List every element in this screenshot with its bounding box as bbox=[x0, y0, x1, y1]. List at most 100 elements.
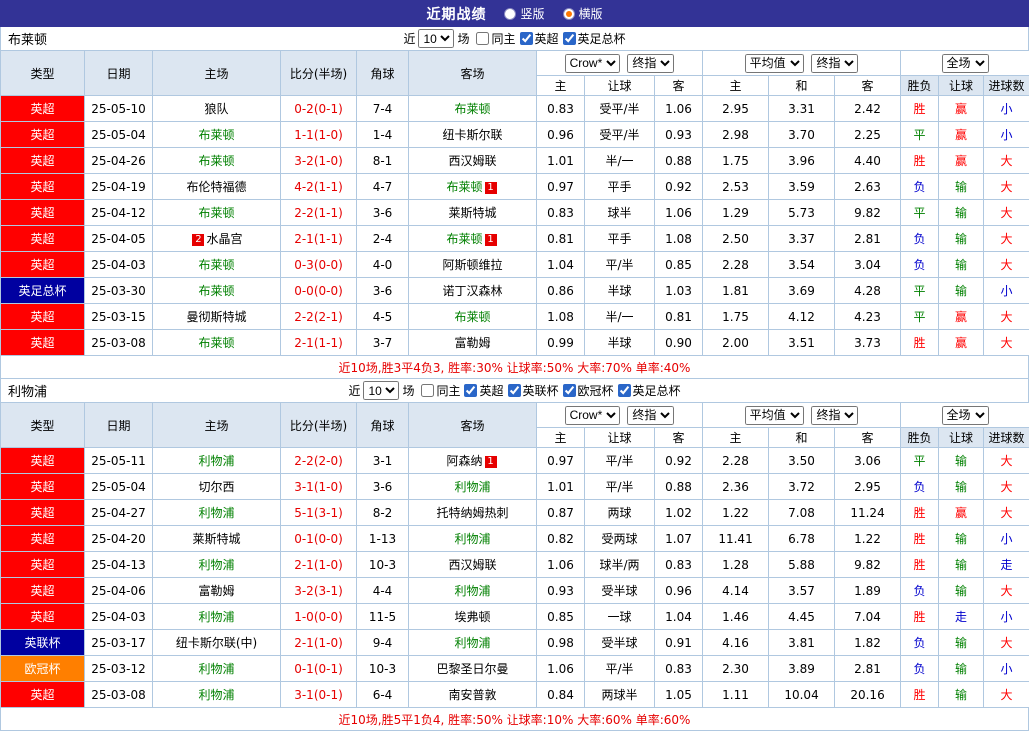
avg-period-select[interactable]: 终指 bbox=[811, 405, 859, 425]
avg-odds-draw: 3.69 bbox=[768, 277, 836, 304]
col-away: 客场 bbox=[408, 402, 537, 448]
score-link[interactable]: 1-0(0-0) bbox=[280, 603, 357, 630]
score-link[interactable]: 2-1(1-0) bbox=[280, 629, 357, 656]
checkbox-input[interactable] bbox=[617, 383, 631, 397]
page-title: 近期战绩 bbox=[426, 6, 487, 23]
avg-odds-away: 2.25 bbox=[834, 121, 902, 148]
home-team: 利物浦 bbox=[152, 655, 281, 682]
handicap-result-cell: 输 bbox=[938, 577, 985, 604]
avg-odds-draw: 10.04 bbox=[768, 681, 836, 708]
avg-odds-draw: 3.59 bbox=[768, 173, 836, 200]
match-row: 英足总杯 25-03-30 布莱顿 0-0(0-0) 3-6 诺丁汉森林 0.8… bbox=[0, 277, 1029, 304]
score-link[interactable]: 2-1(1-0) bbox=[280, 551, 357, 578]
competition-checkbox[interactable]: 英超 bbox=[519, 30, 559, 47]
competition-filters: 同主 英超 英足总杯 bbox=[472, 30, 626, 48]
result-cell: 负 bbox=[900, 251, 940, 278]
match-row: 英超 25-04-20 莱斯特城 0-1(0-0) 1-13 利物浦 0.82 … bbox=[0, 525, 1029, 552]
result-cell: 负 bbox=[900, 173, 940, 200]
radio-icon[interactable] bbox=[504, 7, 517, 20]
competition-checkbox[interactable]: 英足总杯 bbox=[617, 382, 681, 399]
scope-select[interactable]: 全场 bbox=[941, 53, 989, 73]
odds-handicap: 一球 bbox=[584, 603, 655, 630]
home-team: 狼队 bbox=[152, 95, 281, 122]
avg-period-select[interactable]: 终指 bbox=[811, 53, 859, 73]
odds-handicap: 受两球 bbox=[584, 525, 655, 552]
score-link[interactable]: 3-2(1-0) bbox=[280, 147, 357, 174]
match-date: 25-03-17 bbox=[84, 629, 153, 656]
result-cell: 胜 bbox=[900, 551, 940, 578]
checkbox-input[interactable] bbox=[519, 31, 533, 45]
scope-select[interactable]: 全场 bbox=[941, 405, 989, 425]
score-link[interactable]: 2-1(1-1) bbox=[280, 225, 357, 252]
competition-checkbox[interactable]: 英联杯 bbox=[507, 382, 559, 399]
score-link[interactable]: 0-0(0-0) bbox=[280, 277, 357, 304]
avg-odds-home: 2.53 bbox=[702, 173, 770, 200]
score-link[interactable]: 2-2(2-0) bbox=[280, 447, 357, 474]
competition-checkbox[interactable]: 英超 bbox=[464, 382, 504, 399]
odds-period-select[interactable]: 终指 bbox=[627, 405, 675, 425]
result-cell: 胜 bbox=[900, 147, 940, 174]
checkbox-input[interactable] bbox=[421, 383, 435, 397]
corner-score: 4-4 bbox=[356, 577, 409, 604]
odds-period-select[interactable]: 终指 bbox=[627, 53, 675, 73]
handicap-result-cell: 输 bbox=[938, 447, 985, 474]
score-link[interactable]: 2-2(1-1) bbox=[280, 199, 357, 226]
layout-radio-horizontal[interactable]: 横版 bbox=[562, 5, 603, 22]
corner-score: 8-2 bbox=[356, 499, 409, 526]
score-link[interactable]: 0-2(0-1) bbox=[280, 95, 357, 122]
handicap-result-cell: 赢 bbox=[938, 499, 985, 526]
odds-handicap: 平/半 bbox=[584, 251, 655, 278]
goals-result-cell: 大 bbox=[983, 251, 1029, 278]
away-team: 西汉姆联 bbox=[408, 147, 537, 174]
goals-result-cell: 大 bbox=[983, 199, 1029, 226]
score-link[interactable]: 0-1(0-0) bbox=[280, 525, 357, 552]
score-link[interactable]: 3-1(0-1) bbox=[280, 681, 357, 708]
competition-badge: 英超 bbox=[0, 121, 85, 148]
home-team: 布莱顿 bbox=[152, 329, 281, 356]
score-link[interactable]: 0-1(0-1) bbox=[280, 655, 357, 682]
score-link[interactable]: 3-2(3-1) bbox=[280, 577, 357, 604]
score-link[interactable]: 2-1(1-1) bbox=[280, 329, 357, 356]
result-cell: 胜 bbox=[900, 95, 940, 122]
competition-checkbox[interactable]: 英足总杯 bbox=[562, 30, 626, 47]
score-link[interactable]: 5-1(3-1) bbox=[280, 499, 357, 526]
avg-select[interactable]: 平均值 bbox=[744, 53, 804, 73]
checkbox-input[interactable] bbox=[507, 383, 521, 397]
score-link[interactable]: 4-2(1-1) bbox=[280, 173, 357, 200]
subcol-avg-home: 主 bbox=[702, 75, 770, 96]
radio-icon[interactable] bbox=[562, 7, 575, 20]
handicap-result-cell: 输 bbox=[938, 629, 985, 656]
away-team: 布莱顿 bbox=[408, 303, 537, 330]
odds-provider-select[interactable]: Crow* bbox=[564, 405, 620, 425]
score-link[interactable]: 3-1(1-0) bbox=[280, 473, 357, 500]
checkbox-input[interactable] bbox=[464, 383, 478, 397]
score-link[interactable]: 0-3(0-0) bbox=[280, 251, 357, 278]
checkbox-input[interactable] bbox=[562, 383, 576, 397]
competition-filters: 同主 英超 英联杯 欧冠杯 英足总杯 bbox=[417, 382, 681, 400]
home-team: 利物浦 bbox=[152, 681, 281, 708]
match-count-select[interactable]: 10 bbox=[363, 381, 400, 400]
odds-provider-select[interactable]: Crow* bbox=[564, 53, 620, 73]
checkbox-input[interactable] bbox=[476, 31, 490, 45]
match-date: 25-04-03 bbox=[84, 251, 153, 278]
avg-select[interactable]: 平均值 bbox=[744, 405, 804, 425]
odds-handicap: 受半球 bbox=[584, 577, 655, 604]
goals-result-cell: 大 bbox=[983, 629, 1029, 656]
layout-radio-vertical[interactable]: 竖版 bbox=[504, 5, 545, 22]
avg-odds-home: 2.28 bbox=[702, 251, 770, 278]
checkbox-input[interactable] bbox=[562, 31, 576, 45]
odds-away: 0.92 bbox=[653, 447, 704, 474]
competition-checkbox[interactable]: 同主 bbox=[476, 30, 516, 47]
score-link[interactable]: 2-2(2-1) bbox=[280, 303, 357, 330]
red-card-badge: 2 bbox=[192, 233, 205, 246]
avg-odds-home: 2.50 bbox=[702, 225, 770, 252]
match-count-select[interactable]: 10 bbox=[418, 29, 455, 48]
competition-checkbox[interactable]: 欧冠杯 bbox=[562, 382, 614, 399]
corner-score: 10-3 bbox=[356, 655, 409, 682]
score-link[interactable]: 1-1(1-0) bbox=[280, 121, 357, 148]
competition-checkbox[interactable]: 同主 bbox=[421, 382, 460, 399]
match-date: 25-03-15 bbox=[84, 303, 153, 330]
goals-result-cell: 走 bbox=[983, 551, 1029, 578]
competition-badge: 英超 bbox=[0, 199, 85, 226]
match-date: 25-04-19 bbox=[84, 173, 153, 200]
